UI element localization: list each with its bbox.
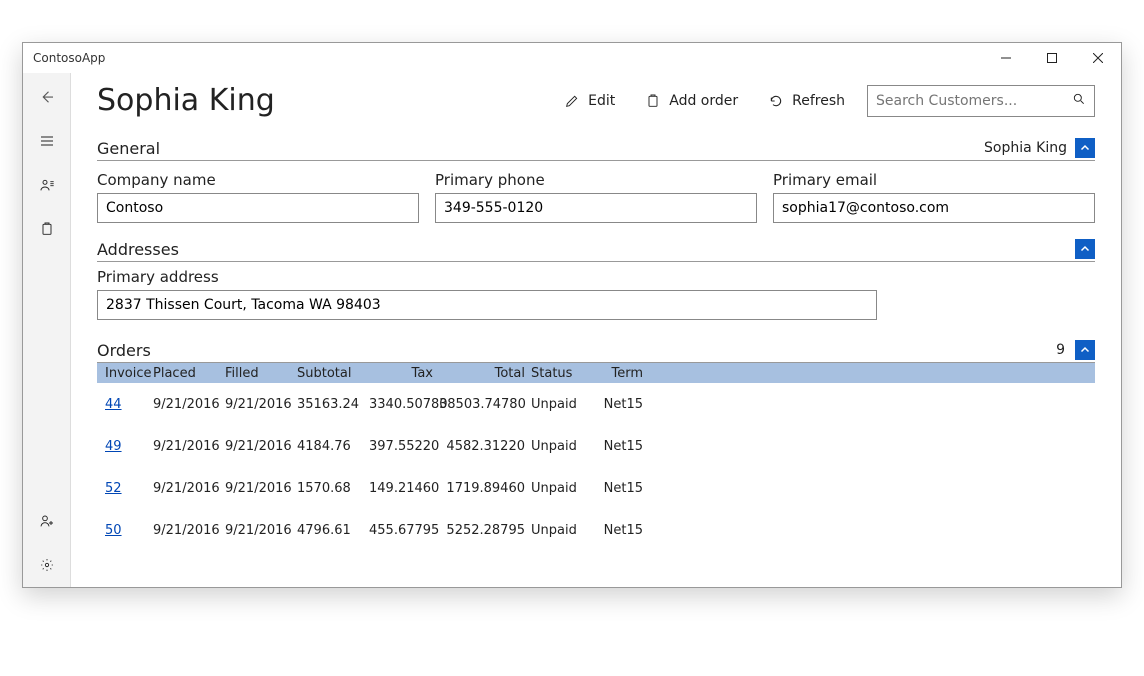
col-total[interactable]: Total bbox=[439, 366, 531, 381]
cell-subtotal: 35163.24 bbox=[297, 397, 369, 412]
cell-placed: 9/21/2016 bbox=[153, 397, 225, 412]
collapse-orders-button[interactable] bbox=[1075, 340, 1095, 360]
page-header: Sophia King Edit Add order Refresh bbox=[97, 83, 1095, 118]
titlebar: ContosoApp bbox=[23, 43, 1121, 73]
orders-nav-icon[interactable] bbox=[23, 207, 71, 251]
section-general-badge: Sophia King bbox=[984, 140, 1067, 156]
customers-nav-icon[interactable] bbox=[23, 163, 71, 207]
chevron-up-icon bbox=[1079, 243, 1091, 255]
maximize-button[interactable] bbox=[1029, 43, 1075, 73]
minimize-button[interactable] bbox=[983, 43, 1029, 73]
cell-placed: 9/21/2016 bbox=[153, 523, 225, 538]
cell-total: 5252.28795 bbox=[439, 523, 531, 538]
cell-subtotal: 4796.61 bbox=[297, 523, 369, 538]
cell-subtotal: 4184.76 bbox=[297, 439, 369, 454]
table-row[interactable]: 529/21/20169/21/20161570.68149.214601719… bbox=[97, 467, 1095, 509]
refresh-icon bbox=[768, 93, 784, 109]
cell-placed: 9/21/2016 bbox=[153, 481, 225, 496]
col-invoice[interactable]: Invoice bbox=[97, 366, 153, 381]
section-orders-title: Orders bbox=[97, 341, 1056, 360]
cell-placed: 9/21/2016 bbox=[153, 439, 225, 454]
cell-status: Unpaid bbox=[531, 397, 589, 412]
cell-term: Net15 bbox=[589, 397, 649, 412]
pencil-icon bbox=[564, 93, 580, 109]
cell-term: Net15 bbox=[589, 523, 649, 538]
cell-status: Unpaid bbox=[531, 481, 589, 496]
invoice-link[interactable]: 52 bbox=[105, 481, 122, 496]
add-order-label: Add order bbox=[669, 93, 738, 109]
content-area: Sophia King Edit Add order Refresh bbox=[71, 73, 1121, 587]
table-row[interactable]: 449/21/20169/21/201635163.243340.5078038… bbox=[97, 383, 1095, 425]
app-window: ContosoApp bbox=[22, 42, 1122, 588]
section-orders-header: Orders 9 bbox=[97, 340, 1095, 363]
cell-filled: 9/21/2016 bbox=[225, 439, 297, 454]
clipboard-icon bbox=[645, 93, 661, 109]
company-label: Company name bbox=[97, 171, 419, 189]
col-term[interactable]: Term bbox=[589, 366, 649, 381]
col-tax[interactable]: Tax bbox=[369, 366, 439, 381]
cell-term: Net15 bbox=[589, 439, 649, 454]
close-button[interactable] bbox=[1075, 43, 1121, 73]
window-title: ContosoApp bbox=[33, 51, 105, 65]
page-title: Sophia King bbox=[97, 83, 542, 118]
col-subtotal[interactable]: Subtotal bbox=[297, 366, 369, 381]
cell-total: 1719.89460 bbox=[439, 481, 531, 496]
refresh-button[interactable]: Refresh bbox=[760, 89, 853, 113]
edit-label: Edit bbox=[588, 93, 615, 109]
add-order-button[interactable]: Add order bbox=[637, 89, 746, 113]
primary-address-label: Primary address bbox=[97, 268, 1095, 286]
table-row[interactable]: 499/21/20169/21/20164184.76397.552204582… bbox=[97, 425, 1095, 467]
phone-input[interactable] bbox=[435, 193, 757, 223]
email-label: Primary email bbox=[773, 171, 1095, 189]
cell-filled: 9/21/2016 bbox=[225, 481, 297, 496]
sidebar bbox=[23, 73, 71, 587]
cell-subtotal: 1570.68 bbox=[297, 481, 369, 496]
orders-grid-body: 449/21/20169/21/201635163.243340.5078038… bbox=[97, 383, 1095, 587]
cell-status: Unpaid bbox=[531, 439, 589, 454]
email-input[interactable] bbox=[773, 193, 1095, 223]
chevron-up-icon bbox=[1079, 344, 1091, 356]
primary-address-input[interactable] bbox=[97, 290, 877, 320]
section-general-header: General Sophia King bbox=[97, 138, 1095, 161]
orders-count: 9 bbox=[1056, 342, 1065, 358]
general-fields: Company name Primary phone Primary email bbox=[97, 165, 1095, 223]
search-input[interactable] bbox=[868, 86, 1094, 116]
cell-tax: 397.55220 bbox=[369, 439, 439, 454]
settings-nav-icon[interactable] bbox=[23, 543, 71, 587]
orders-column-headers: Invoice Placed Filled Subtotal Tax Total… bbox=[97, 363, 1095, 383]
add-user-nav-icon[interactable] bbox=[23, 499, 71, 543]
chevron-up-icon bbox=[1079, 142, 1091, 154]
cell-filled: 9/21/2016 bbox=[225, 397, 297, 412]
section-addresses-title: Addresses bbox=[97, 240, 1075, 259]
refresh-label: Refresh bbox=[792, 93, 845, 109]
cell-term: Net15 bbox=[589, 481, 649, 496]
cell-filled: 9/21/2016 bbox=[225, 523, 297, 538]
invoice-link[interactable]: 49 bbox=[105, 439, 122, 454]
section-general-title: General bbox=[97, 139, 984, 158]
cell-tax: 3340.50780 bbox=[369, 397, 439, 412]
cell-total: 38503.74780 bbox=[439, 397, 531, 412]
col-status[interactable]: Status bbox=[531, 366, 589, 381]
edit-button[interactable]: Edit bbox=[556, 89, 623, 113]
back-button[interactable] bbox=[23, 75, 71, 119]
col-filled[interactable]: Filled bbox=[225, 366, 297, 381]
invoice-link[interactable]: 44 bbox=[105, 397, 122, 412]
cell-tax: 455.67795 bbox=[369, 523, 439, 538]
phone-label: Primary phone bbox=[435, 171, 757, 189]
search-icon bbox=[1072, 92, 1086, 110]
table-row[interactable]: 509/21/20169/21/20164796.61455.677955252… bbox=[97, 509, 1095, 551]
cell-tax: 149.21460 bbox=[369, 481, 439, 496]
invoice-link[interactable]: 50 bbox=[105, 523, 122, 538]
cell-status: Unpaid bbox=[531, 523, 589, 538]
company-input[interactable] bbox=[97, 193, 419, 223]
search-box[interactable] bbox=[867, 85, 1095, 117]
hamburger-button[interactable] bbox=[23, 119, 71, 163]
section-addresses-header: Addresses bbox=[97, 239, 1095, 262]
collapse-addresses-button[interactable] bbox=[1075, 239, 1095, 259]
collapse-general-button[interactable] bbox=[1075, 138, 1095, 158]
col-placed[interactable]: Placed bbox=[153, 366, 225, 381]
cell-total: 4582.31220 bbox=[439, 439, 531, 454]
